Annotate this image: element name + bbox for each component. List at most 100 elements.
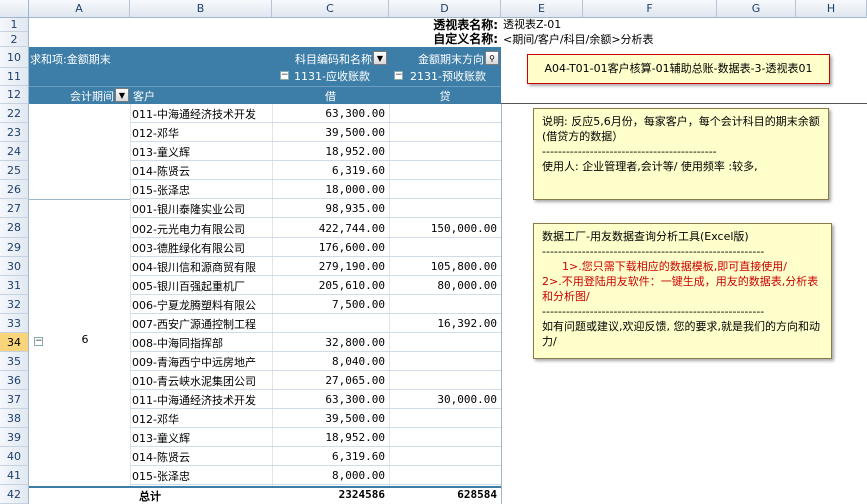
row-header-24[interactable]: 24 (0, 142, 29, 161)
row-header-36[interactable]: 36 (0, 371, 29, 390)
customer-cell[interactable]: 006-宁夏龙腾塑料有限公 (132, 297, 270, 313)
debit-cell[interactable]: 6,319.60 (272, 164, 389, 180)
debit-cell[interactable]: 63,300.00 (272, 107, 389, 123)
customer-cell[interactable]: 008-中海同指挥部 (132, 335, 270, 351)
row-header-42[interactable]: 42 (0, 485, 29, 504)
column-header-g[interactable]: G (717, 0, 796, 18)
row-header-35[interactable]: 35 (0, 352, 29, 371)
row-header-32[interactable]: 32 (0, 295, 29, 314)
customer-cell[interactable]: 003-德胜绿化有限公司 (132, 240, 270, 256)
credit-cell[interactable] (389, 107, 501, 123)
credit-cell[interactable]: 80,000.00 (389, 279, 501, 295)
credit-cell[interactable] (389, 164, 501, 180)
tool-note-box[interactable]: 数据工厂-用友数据查询分析工具(Excel版) ----------------… (533, 223, 832, 359)
credit-cell[interactable] (389, 450, 501, 466)
customer-cell[interactable]: 015-张泽忠 (132, 468, 270, 484)
row-header-40[interactable]: 40 (0, 447, 29, 466)
customer-cell[interactable]: 001-银川泰隆实业公司 (132, 201, 270, 217)
customer-cell[interactable]: 012-邓华 (132, 125, 270, 141)
debit-cell[interactable]: 39,500.00 (272, 126, 389, 142)
row-header-23[interactable]: 23 (0, 123, 29, 142)
customer-cell[interactable]: 007-西安广源通控制工程 (132, 316, 270, 332)
customer-cell[interactable]: 013-童义辉 (132, 430, 270, 446)
customer-cell[interactable]: 002-元光电力有限公司 (132, 221, 270, 237)
row-header-39[interactable]: 39 (0, 428, 29, 447)
row-header-30[interactable]: 30 (0, 257, 29, 276)
credit-cell[interactable]: 30,000.00 (389, 393, 501, 409)
row-header-31[interactable]: 31 (0, 276, 29, 295)
row-header-2[interactable]: 2 (0, 32, 29, 47)
column-header-e[interactable]: E (501, 0, 583, 18)
credit-cell[interactable] (389, 145, 501, 161)
credit-cell[interactable] (389, 374, 501, 390)
column-header-a[interactable]: A (29, 0, 130, 18)
credit-cell[interactable] (389, 355, 501, 371)
row-header-25[interactable]: 25 (0, 161, 29, 180)
customer-cell[interactable]: 014-陈贤云 (132, 449, 270, 465)
customer-cell[interactable]: 013-童义辉 (132, 144, 270, 160)
debit-cell[interactable]: 422,744.00 (272, 222, 389, 238)
row-header-27[interactable]: 27 (0, 199, 29, 218)
row-header-11[interactable]: 11 (0, 68, 29, 86)
debit-cell[interactable]: 27,065.00 (272, 374, 389, 390)
row-header-10[interactable]: 10 (0, 47, 29, 68)
credit-cell[interactable]: 150,000.00 (389, 222, 501, 238)
debit-cell[interactable]: 279,190.00 (272, 260, 389, 276)
credit-cell[interactable]: 16,392.00 (389, 317, 501, 333)
column-header-c[interactable]: C (272, 0, 389, 18)
credit-cell[interactable] (389, 126, 501, 142)
customer-cell[interactable]: 012-邓华 (132, 411, 270, 427)
customer-cell[interactable]: 011-中海通经济技术开发 (132, 106, 270, 122)
credit-cell[interactable] (389, 183, 501, 199)
row-header-37[interactable]: 37 (0, 390, 29, 409)
debit-cell[interactable]: 6,319.60 (272, 450, 389, 466)
debit-cell[interactable]: 8,000.00 (272, 469, 389, 485)
debit-cell[interactable]: 18,952.00 (272, 145, 389, 161)
debit-cell[interactable]: 63,300.00 (272, 393, 389, 409)
credit-cell[interactable] (389, 202, 501, 218)
debit-cell[interactable]: 32,800.00 (272, 336, 389, 352)
title-note-box[interactable]: A04-T01-01客户核算-01辅助总账-数据表-3-透视表01 (527, 54, 830, 84)
debit-cell[interactable]: 98,935.00 (272, 202, 389, 218)
row-header-28[interactable]: 28 (0, 218, 29, 238)
column-header-f[interactable]: F (583, 0, 717, 18)
customer-cell[interactable]: 009-青海西宁中远房地产 (132, 354, 270, 370)
row-header-38[interactable]: 38 (0, 409, 29, 428)
customer-cell[interactable]: 004-银川信和源商贸有限 (132, 259, 270, 275)
direction-filter-icon[interactable]: ⚲ (485, 51, 499, 65)
collapse-period-6-icon[interactable]: − (34, 337, 43, 346)
collapse-2131-icon[interactable]: − (394, 71, 403, 80)
period-field-dropdown[interactable]: ▼ (115, 88, 129, 102)
credit-cell[interactable] (389, 412, 501, 428)
credit-cell[interactable] (389, 241, 501, 257)
row-header-12[interactable]: 12 (0, 86, 29, 104)
select-all-corner[interactable] (0, 0, 29, 18)
collapse-1131-icon[interactable]: − (280, 71, 289, 80)
debit-cell[interactable] (272, 317, 389, 333)
credit-cell[interactable] (389, 336, 501, 352)
debit-cell[interactable]: 18,952.00 (272, 431, 389, 447)
row-header-34[interactable]: 34 (0, 333, 29, 352)
row-header-22[interactable]: 22 (0, 104, 29, 123)
row-header-29[interactable]: 29 (0, 238, 29, 257)
customer-cell[interactable]: 015-张泽忠 (132, 182, 270, 198)
row-header-41[interactable]: 41 (0, 466, 29, 485)
row-header-26[interactable]: 26 (0, 180, 29, 199)
debit-cell[interactable]: 176,600.00 (272, 241, 389, 257)
row-header-33[interactable]: 33 (0, 314, 29, 333)
column-header-h[interactable]: H (796, 0, 867, 18)
debit-cell[interactable]: 18,000.00 (272, 183, 389, 199)
debit-cell[interactable]: 7,500.00 (272, 298, 389, 314)
row-header-1[interactable]: 1 (0, 18, 29, 32)
credit-cell[interactable] (389, 431, 501, 447)
column-header-d[interactable]: D (389, 0, 501, 18)
credit-cell[interactable] (389, 298, 501, 314)
debit-cell[interactable]: 8,040.00 (272, 355, 389, 371)
debit-cell[interactable]: 39,500.00 (272, 412, 389, 428)
customer-cell[interactable]: 010-青云峡水泥集团公司 (132, 373, 270, 389)
credit-cell[interactable] (389, 469, 501, 485)
customer-cell[interactable]: 005-银川百强起重机厂 (132, 278, 270, 294)
credit-cell[interactable]: 105,800.00 (389, 260, 501, 276)
debit-cell[interactable]: 205,610.00 (272, 279, 389, 295)
subject-field-dropdown[interactable]: ▼ (373, 51, 387, 65)
